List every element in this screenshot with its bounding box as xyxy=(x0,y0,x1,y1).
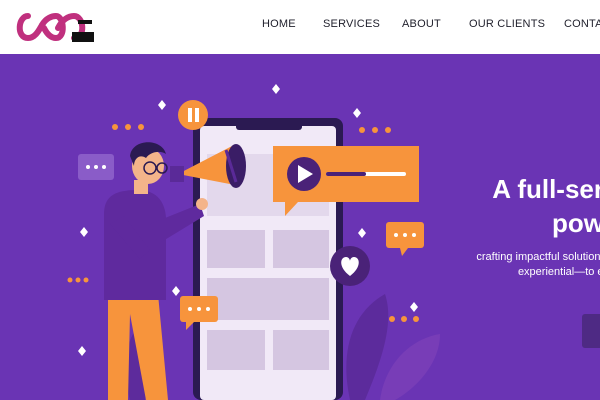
nav-our-clients[interactable]: OUR CLIENTS xyxy=(469,18,545,30)
chat-bubble-icon xyxy=(78,154,114,180)
hero-cta-button[interactable] xyxy=(582,314,600,348)
hero-headline: A full-ser pow xyxy=(404,172,600,240)
nav-about[interactable]: ABOUT xyxy=(402,18,441,30)
nav-contact[interactable]: CONTACT xyxy=(564,18,600,30)
hero-headline-line1: A full-ser xyxy=(492,174,600,204)
hero-subtext: crafting impactful solutions experientia… xyxy=(446,250,600,280)
hero-section: A full-ser pow crafting impactful soluti… xyxy=(0,54,600,400)
nav-services[interactable]: SERVICES xyxy=(323,18,380,30)
heart-icon xyxy=(330,246,370,286)
site-header: HOME SERVICES ABOUT OUR CLIENTS CONTACT xyxy=(0,0,600,54)
hero-subtext-line1: crafting impactful solutions xyxy=(476,251,600,263)
hero-subtext-line2: experiential—to el xyxy=(517,266,600,278)
nav-home[interactable]: HOME xyxy=(262,18,296,30)
page: HOME SERVICES ABOUT OUR CLIENTS CONTACT xyxy=(0,0,600,400)
hero-headline-line2: pow xyxy=(552,208,600,238)
main-nav: HOME SERVICES ABOUT OUR CLIENTS CONTACT xyxy=(0,0,600,54)
pause-icon xyxy=(178,100,208,130)
